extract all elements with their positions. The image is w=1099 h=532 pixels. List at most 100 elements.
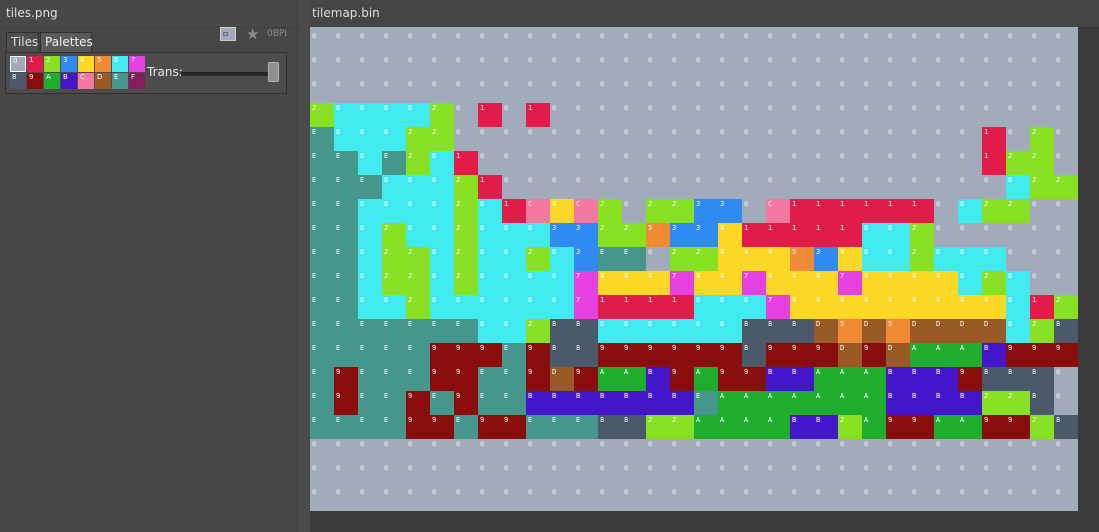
map-tile[interactable]: 0 bbox=[406, 31, 430, 55]
map-tile[interactable]: 2 bbox=[310, 103, 334, 127]
map-tile[interactable]: E bbox=[310, 343, 334, 367]
map-tile[interactable]: E bbox=[382, 343, 406, 367]
map-tile[interactable]: 0 bbox=[766, 127, 790, 151]
palette-swatch[interactable]: C bbox=[78, 73, 94, 89]
map-tile[interactable]: 0 bbox=[814, 79, 838, 103]
map-tile[interactable]: 0 bbox=[766, 55, 790, 79]
map-tile[interactable]: E bbox=[358, 343, 382, 367]
map-tile[interactable]: 0 bbox=[310, 79, 334, 103]
map-tile[interactable]: E bbox=[430, 391, 454, 415]
map-tile[interactable]: 0 bbox=[454, 55, 478, 79]
map-tile[interactable]: 9 bbox=[982, 415, 1006, 439]
map-tile[interactable]: 0 bbox=[862, 463, 886, 487]
map-tile[interactable]: B bbox=[910, 367, 934, 391]
palette-swatch[interactable]: 2 bbox=[44, 56, 60, 72]
map-tile[interactable]: 0 bbox=[958, 463, 982, 487]
map-tile[interactable]: A bbox=[814, 367, 838, 391]
map-tile[interactable]: 0 bbox=[574, 487, 598, 511]
map-tile[interactable]: 0 bbox=[598, 487, 622, 511]
map-tile[interactable]: E bbox=[310, 175, 334, 199]
map-tile[interactable]: 2 bbox=[646, 415, 670, 439]
map-tile[interactable]: 0 bbox=[622, 199, 646, 223]
map-tile[interactable]: 0 bbox=[1054, 151, 1078, 175]
map-tile[interactable]: 0 bbox=[358, 439, 382, 463]
map-tile[interactable]: 6 bbox=[430, 151, 454, 175]
map-tile[interactable]: 0 bbox=[742, 127, 766, 151]
map-tile[interactable]: 1 bbox=[646, 295, 670, 319]
panel-splitter[interactable] bbox=[297, 0, 310, 532]
map-tile[interactable]: 0 bbox=[502, 31, 526, 55]
map-tile[interactable]: 4 bbox=[646, 271, 670, 295]
map-tile[interactable]: 0 bbox=[622, 151, 646, 175]
map-tile[interactable]: 0 bbox=[886, 487, 910, 511]
map-tile[interactable]: 0 bbox=[886, 127, 910, 151]
map-tile[interactable]: 0 bbox=[430, 487, 454, 511]
map-tile[interactable]: 0 bbox=[790, 487, 814, 511]
map-tile[interactable]: 0 bbox=[382, 439, 406, 463]
map-tile[interactable]: A bbox=[766, 391, 790, 415]
map-tile[interactable]: 2 bbox=[982, 271, 1006, 295]
map-tile[interactable]: 0 bbox=[1030, 55, 1054, 79]
map-tile[interactable]: 0 bbox=[1006, 223, 1030, 247]
map-tile[interactable]: E bbox=[454, 415, 478, 439]
palette-swatch[interactable]: F bbox=[129, 73, 145, 89]
map-tile[interactable]: A bbox=[862, 367, 886, 391]
map-tile[interactable]: 1 bbox=[790, 199, 814, 223]
map-tile[interactable]: 2 bbox=[670, 247, 694, 271]
map-tile[interactable]: 0 bbox=[1054, 271, 1078, 295]
map-tile[interactable]: 0 bbox=[1054, 79, 1078, 103]
trans-slider-handle[interactable] bbox=[268, 62, 279, 82]
map-tile[interactable]: 0 bbox=[550, 151, 574, 175]
map-tile[interactable]: 0 bbox=[742, 463, 766, 487]
map-tile[interactable]: 0 bbox=[1054, 391, 1078, 415]
map-tile[interactable]: 0 bbox=[502, 55, 526, 79]
map-tile[interactable]: 6 bbox=[526, 223, 550, 247]
map-tile[interactable]: 4 bbox=[934, 271, 958, 295]
map-tile[interactable]: 1 bbox=[790, 223, 814, 247]
map-tile[interactable]: B bbox=[646, 367, 670, 391]
map-tile[interactable]: 2 bbox=[910, 247, 934, 271]
map-tile[interactable]: 7 bbox=[670, 271, 694, 295]
map-tile[interactable]: 6 bbox=[382, 175, 406, 199]
map-tile[interactable]: 4 bbox=[934, 295, 958, 319]
map-tile[interactable]: 0 bbox=[910, 103, 934, 127]
map-tile[interactable]: 0 bbox=[694, 175, 718, 199]
map-tile[interactable]: C bbox=[574, 199, 598, 223]
map-tile[interactable]: 0 bbox=[574, 55, 598, 79]
map-tile[interactable]: A bbox=[958, 343, 982, 367]
map-tile[interactable]: E bbox=[454, 319, 478, 343]
palette-swatch[interactable]: A bbox=[44, 73, 60, 89]
map-tile[interactable]: E bbox=[550, 415, 574, 439]
map-tile[interactable]: 0 bbox=[478, 79, 502, 103]
map-tile[interactable]: 2 bbox=[1030, 319, 1054, 343]
map-tile[interactable]: A bbox=[814, 391, 838, 415]
map-tile[interactable]: 0 bbox=[718, 487, 742, 511]
map-tile[interactable]: 7 bbox=[574, 271, 598, 295]
map-tile[interactable]: 0 bbox=[766, 79, 790, 103]
map-tile[interactable]: 7 bbox=[838, 271, 862, 295]
palette-swatch[interactable]: E bbox=[112, 73, 128, 89]
map-tile[interactable]: 2 bbox=[598, 199, 622, 223]
map-tile[interactable]: 2 bbox=[526, 247, 550, 271]
map-tile[interactable]: 0 bbox=[1006, 439, 1030, 463]
map-tile[interactable]: E bbox=[502, 391, 526, 415]
map-tile[interactable]: 0 bbox=[790, 175, 814, 199]
map-tile[interactable]: 0 bbox=[718, 175, 742, 199]
map-tile[interactable]: 9 bbox=[1006, 343, 1030, 367]
map-tile[interactable]: 1 bbox=[982, 151, 1006, 175]
map-tile[interactable]: 2 bbox=[670, 199, 694, 223]
map-tile[interactable]: 9 bbox=[454, 343, 478, 367]
map-tile[interactable]: B bbox=[982, 343, 1006, 367]
map-tile[interactable]: A bbox=[694, 415, 718, 439]
map-tile[interactable]: 8 bbox=[790, 319, 814, 343]
map-tile[interactable]: 4 bbox=[910, 295, 934, 319]
map-tile[interactable]: 0 bbox=[478, 31, 502, 55]
map-tile[interactable]: 0 bbox=[526, 127, 550, 151]
map-tile[interactable]: 0 bbox=[550, 175, 574, 199]
map-tile[interactable]: 6 bbox=[478, 199, 502, 223]
palette-swatch[interactable]: B bbox=[61, 73, 77, 89]
map-tile[interactable]: 0 bbox=[814, 439, 838, 463]
map-tile[interactable]: 0 bbox=[598, 55, 622, 79]
map-tile[interactable]: 0 bbox=[886, 439, 910, 463]
map-tile[interactable]: 0 bbox=[358, 55, 382, 79]
